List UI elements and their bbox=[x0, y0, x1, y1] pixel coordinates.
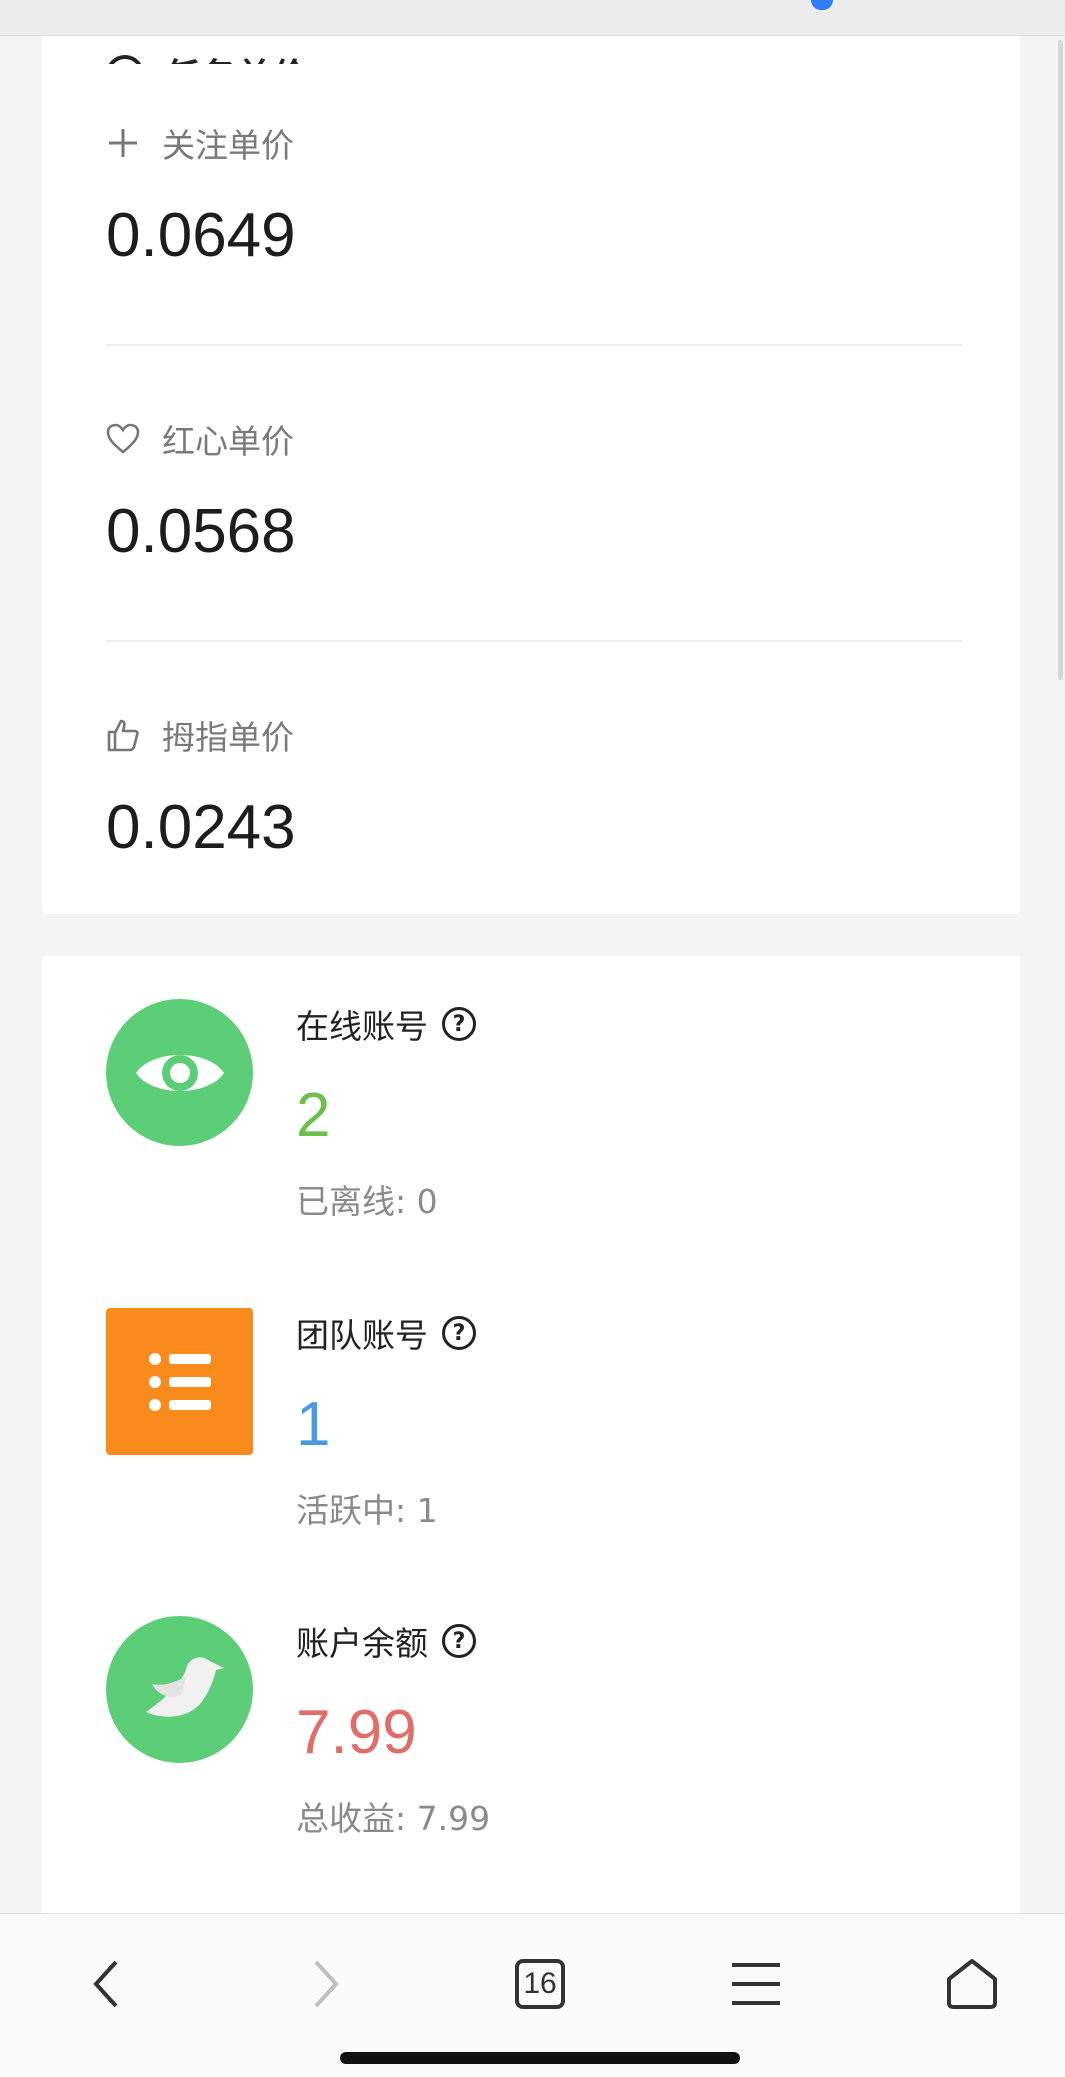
menu-button[interactable] bbox=[716, 1944, 796, 2024]
price-label: 红心单价 bbox=[162, 422, 294, 461]
tabs-button[interactable]: 16 bbox=[500, 1944, 580, 2024]
stat-label: 在线账号 bbox=[296, 1007, 428, 1046]
stat-label: 账户余额 bbox=[296, 1624, 428, 1663]
stat-label: 团队账号 bbox=[296, 1316, 428, 1355]
price-value: 0.0649 bbox=[106, 201, 296, 270]
help-icon[interactable]: ? bbox=[442, 1007, 476, 1041]
stat-account-balance[interactable]: 账户余额 ? 7.99 总收益: 7.99 bbox=[106, 1616, 986, 1838]
heart-icon bbox=[106, 422, 140, 456]
stat-online-accounts[interactable]: 在线账号 ? 2 已离线: 0 bbox=[106, 999, 986, 1221]
account-stats-card: 在线账号 ? 2 已离线: 0 团队账号 ? 1 活跃中: 1 账户余额 ? 7… bbox=[42, 956, 1020, 1916]
chevron-right-icon bbox=[314, 1960, 339, 2008]
tab-count: 16 bbox=[515, 1959, 565, 2009]
thumbs-up-icon bbox=[106, 718, 140, 752]
hamburger-menu-icon bbox=[732, 1963, 780, 2005]
home-indicator bbox=[340, 2052, 740, 2064]
status-bar bbox=[0, 0, 1065, 36]
back-button[interactable] bbox=[66, 1944, 146, 2024]
home-button[interactable] bbox=[932, 1944, 1012, 2024]
browser-toolbar: 16 bbox=[0, 1913, 1065, 2077]
divider bbox=[106, 344, 962, 346]
eye-icon bbox=[106, 999, 253, 1146]
divider bbox=[106, 640, 962, 642]
home-icon bbox=[947, 1959, 997, 2009]
price-value: 0.0568 bbox=[106, 497, 296, 566]
stat-sub: 已离线: 0 bbox=[296, 1182, 438, 1221]
scrollbar[interactable] bbox=[1058, 40, 1063, 680]
help-icon[interactable]: ? bbox=[442, 1624, 476, 1658]
stat-team-accounts[interactable]: 团队账号 ? 1 活跃中: 1 bbox=[106, 1308, 986, 1530]
list-icon bbox=[106, 1308, 253, 1455]
card-title: ¥ 任务单价 bbox=[106, 54, 308, 64]
stat-value: 1 bbox=[296, 1390, 331, 1459]
price-item-thumb: 拇指单价 0.0243 bbox=[106, 713, 962, 859]
price-value: 0.0243 bbox=[106, 793, 296, 862]
stat-value: 2 bbox=[296, 1081, 331, 1150]
task-price-card: ¥ 任务单价 关注单价 0.0649 红心单价 0.0568 拇指单价 bbox=[42, 36, 1020, 914]
price-item-follow: 关注单价 0.0649 bbox=[106, 121, 962, 267]
stat-sub: 总收益: 7.99 bbox=[296, 1799, 491, 1838]
yen-circle-icon: ¥ bbox=[106, 55, 144, 64]
chevron-left-icon bbox=[93, 1960, 118, 2008]
price-label: 拇指单价 bbox=[162, 718, 294, 757]
plus-icon bbox=[106, 126, 140, 160]
card-title-text: 任务单价 bbox=[164, 48, 308, 64]
location-drop-icon bbox=[811, 0, 833, 10]
help-icon[interactable]: ? bbox=[442, 1316, 476, 1350]
price-item-heart: 红心单价 0.0568 bbox=[106, 417, 962, 563]
forward-button[interactable] bbox=[286, 1944, 366, 2024]
stat-value: 7.99 bbox=[296, 1698, 417, 1767]
price-label: 关注单价 bbox=[162, 126, 294, 165]
stat-sub: 活跃中: 1 bbox=[296, 1491, 438, 1530]
bird-icon bbox=[106, 1616, 253, 1763]
